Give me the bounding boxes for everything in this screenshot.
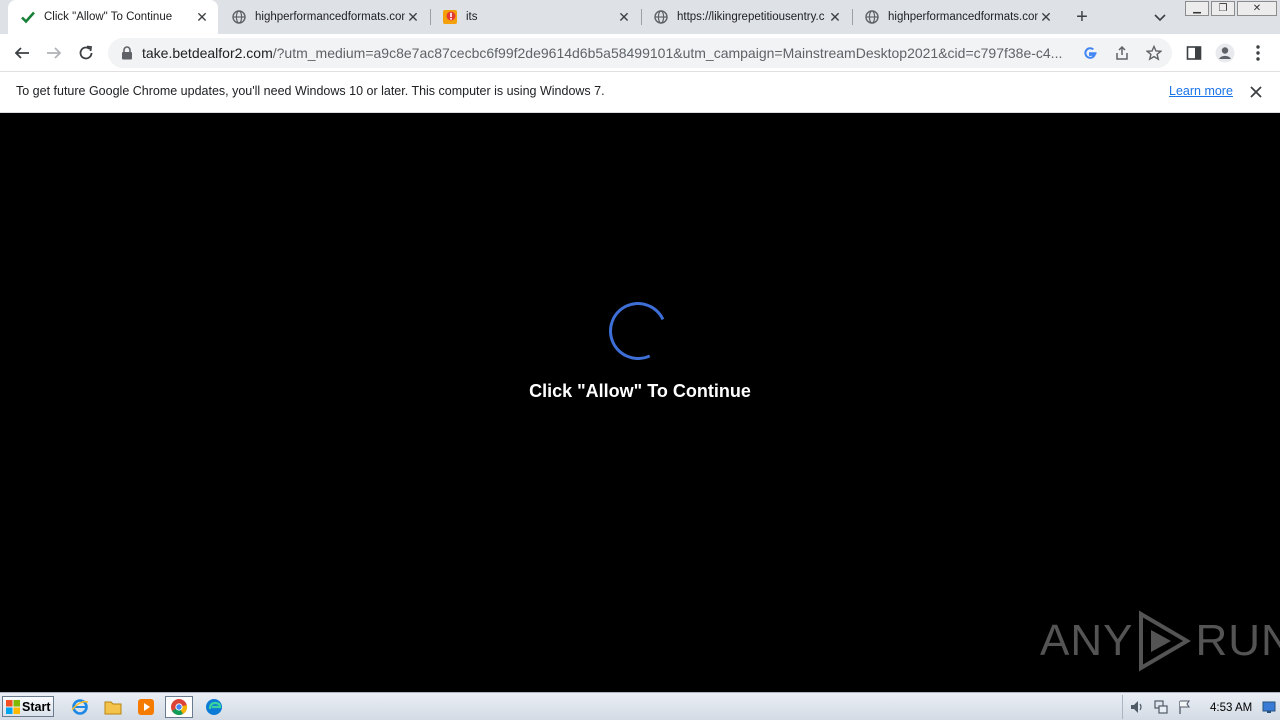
- browser-toolbar: take.betdealfor2.com/?utm_medium=a9c8e7a…: [0, 34, 1280, 72]
- anyrun-watermark: ANY RUN: [1040, 610, 1280, 672]
- action-center-flag-icon[interactable]: [1177, 699, 1193, 715]
- new-tab-plus-icon[interactable]: +: [1072, 7, 1092, 27]
- checkmark-icon: [20, 9, 36, 25]
- infobar-close-icon[interactable]: [1247, 83, 1265, 101]
- chrome-icon[interactable]: [165, 696, 193, 718]
- minimize-icon[interactable]: ▁: [1185, 1, 1209, 16]
- show-desktop-icon[interactable]: [1261, 699, 1277, 715]
- internet-explorer-icon[interactable]: [66, 696, 94, 718]
- play-triangle-icon: [1139, 610, 1192, 672]
- tab-close-icon[interactable]: ✕: [405, 9, 421, 25]
- menu-kebab-icon[interactable]: [1248, 43, 1268, 63]
- tab-close-icon[interactable]: ✕: [616, 9, 632, 25]
- system-tray: 4:53 AM: [1122, 695, 1280, 719]
- share-icon[interactable]: [1113, 44, 1131, 62]
- globe-icon: [864, 9, 880, 25]
- back-arrow-icon[interactable]: [12, 43, 32, 63]
- windows-taskbar: Start 4:53 AM: [0, 692, 1280, 720]
- network-icon[interactable]: [1153, 699, 1169, 715]
- profile-avatar-icon[interactable]: [1215, 43, 1235, 63]
- chevron-down-icon[interactable]: [1151, 8, 1169, 26]
- update-infobar: To get future Google Chrome updates, you…: [0, 72, 1280, 113]
- media-player-icon[interactable]: [132, 696, 160, 718]
- clock[interactable]: 4:53 AM: [1210, 702, 1252, 714]
- loading-spinner-icon: [600, 293, 676, 369]
- page-headline: Click "Allow" To Continue: [529, 381, 751, 401]
- tab-close-icon[interactable]: ✕: [1038, 9, 1054, 25]
- window-close-icon[interactable]: ✕: [1237, 1, 1277, 16]
- globe-icon: [653, 9, 669, 25]
- start-button[interactable]: Start: [2, 696, 54, 717]
- tab-title: highperformancedformats.com: [888, 11, 1038, 23]
- window-controls: ▁ ❐ ✕: [1183, 1, 1277, 17]
- address-bar[interactable]: take.betdealfor2.com/?utm_medium=a9c8e7a…: [108, 38, 1172, 68]
- tab-4[interactable]: https://likingrepetitiousentry.c ✕: [641, 0, 851, 34]
- tab-strip: Click "Allow" To Continue ✕ highperforma…: [0, 0, 1280, 34]
- volume-icon[interactable]: [1129, 699, 1145, 715]
- watermark-text-right: RUN: [1195, 616, 1280, 665]
- forward-arrow-icon[interactable]: [44, 43, 64, 63]
- lock-icon[interactable]: [120, 46, 134, 60]
- windows-logo-icon: [6, 699, 20, 714]
- file-explorer-icon[interactable]: [99, 696, 127, 718]
- tab-1[interactable]: Click "Allow" To Continue ✕: [8, 0, 218, 34]
- tab-title: https://likingrepetitiousentry.c: [677, 11, 825, 23]
- url-text[interactable]: take.betdealfor2.com/?utm_medium=a9c8e7a…: [142, 45, 1067, 61]
- google-g-icon[interactable]: [1081, 44, 1099, 62]
- reload-icon[interactable]: [76, 43, 96, 63]
- edge-icon[interactable]: [200, 696, 228, 718]
- watermark-text-left: ANY: [1040, 616, 1134, 665]
- tab-close-icon[interactable]: ✕: [194, 9, 210, 25]
- learn-more-link[interactable]: Learn more: [1169, 84, 1233, 98]
- start-label: Start: [22, 699, 51, 714]
- restore-icon[interactable]: ❐: [1211, 1, 1235, 16]
- tab-3[interactable]: its ✕: [430, 0, 640, 34]
- app-icon: [442, 9, 458, 25]
- page-content: Click "Allow" To Continue ANY RUN: [0, 113, 1280, 692]
- tab-title: its: [466, 11, 478, 23]
- globe-icon: [231, 9, 247, 25]
- tab-title: Click "Allow" To Continue: [44, 11, 173, 23]
- url-path: /?utm_medium=a9c8e7ac87cecbc6f99f2de9614…: [272, 45, 1063, 61]
- bookmark-star-icon[interactable]: [1145, 44, 1163, 62]
- tab-5[interactable]: highperformancedformats.com ✕: [852, 0, 1062, 34]
- side-panel-icon[interactable]: [1184, 43, 1204, 63]
- infobar-message: To get future Google Chrome updates, you…: [16, 84, 605, 98]
- tab-close-icon[interactable]: ✕: [827, 9, 843, 25]
- tab-2[interactable]: highperformancedformats.com ✕: [219, 0, 429, 34]
- tab-title: highperformancedformats.com: [255, 11, 405, 23]
- url-host: take.betdealfor2.com: [142, 45, 273, 61]
